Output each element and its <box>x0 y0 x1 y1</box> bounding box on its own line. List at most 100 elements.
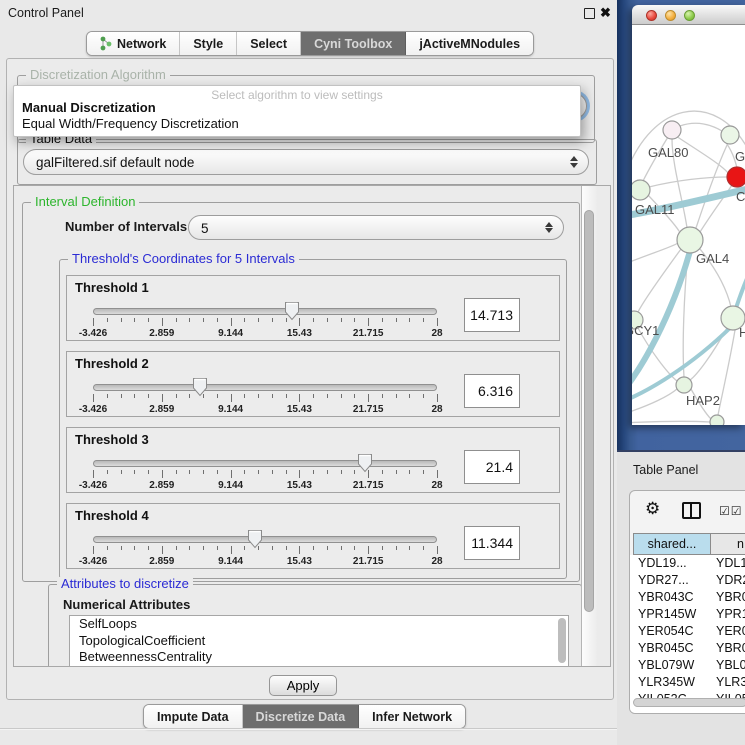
slider-tick <box>258 470 259 474</box>
column-header-name[interactable]: n... <box>711 533 745 555</box>
attribute-list-item[interactable]: TopologicalCoefficient <box>70 633 568 650</box>
slider-tick <box>107 318 108 322</box>
vertical-scrollbar[interactable] <box>581 186 597 666</box>
slider-track[interactable] <box>93 460 437 467</box>
slider-tick <box>176 394 177 398</box>
attribute-list-item[interactable]: BetweennessCentrality <box>70 649 568 666</box>
slider-thumb[interactable] <box>192 377 208 397</box>
close-icon[interactable]: ✖ <box>600 5 611 21</box>
slider-tick <box>354 394 355 398</box>
list-scrollbar-thumb[interactable] <box>558 618 566 663</box>
slider-tick <box>409 318 410 322</box>
tab-select[interactable]: Select <box>237 32 301 55</box>
network-edge[interactable] <box>680 123 722 131</box>
slider-tick <box>299 546 300 554</box>
slider-tick <box>313 318 314 322</box>
cell-shared-name: YPR145W <box>638 606 696 623</box>
table-row[interactable]: YER054CYER054C <box>630 623 745 640</box>
slider-thumb[interactable] <box>357 453 373 473</box>
cell-name: YBR045C <box>716 640 745 657</box>
network-node[interactable] <box>721 126 739 144</box>
table-row[interactable]: YBR045C YBR045C <box>630 640 745 657</box>
zoom-traffic-light-icon[interactable] <box>684 10 695 21</box>
network-node[interactable] <box>677 227 703 253</box>
table-row[interactable]: YLR345WYLR345W <box>630 674 745 691</box>
network-edge[interactable] <box>718 330 735 415</box>
slider-tick <box>107 394 108 398</box>
network-edge[interactable] <box>649 177 727 187</box>
control-panel: Control Panel ✖ NetworkStyleSelectCyni T… <box>0 0 617 745</box>
minimize-traffic-light-icon[interactable] <box>665 10 676 21</box>
table-row[interactable]: YDR27...YDR27... <box>630 572 745 589</box>
slider-track[interactable] <box>93 536 437 543</box>
network-node[interactable] <box>710 415 724 425</box>
network-edge[interactable] <box>632 421 710 423</box>
slider-thumb[interactable] <box>247 529 263 549</box>
slider-thumb[interactable] <box>284 301 300 321</box>
slider-tick <box>354 318 355 322</box>
number-of-intervals-combobox[interactable]: 5 <box>188 215 564 240</box>
combo-stepper-icon[interactable] <box>544 216 553 239</box>
tab-label: Impute Data <box>157 710 229 724</box>
slider-tick <box>203 546 204 550</box>
slider-tick <box>176 546 177 550</box>
float-window-icon[interactable] <box>584 8 595 19</box>
close-traffic-light-icon[interactable] <box>646 10 657 21</box>
network-node[interactable] <box>727 167 745 187</box>
network-node[interactable] <box>663 121 681 139</box>
threshold-value-field[interactable]: 21.4 <box>464 450 520 484</box>
cell-shared-name: YBR045C <box>638 640 694 657</box>
table-row[interactable]: YBL079WYBL079W <box>630 657 745 674</box>
threshold-value-field[interactable]: 6.316 <box>464 374 520 408</box>
tab-impute-data[interactable]: Impute Data <box>144 705 243 728</box>
tab-jactivemnodules[interactable]: jActiveMNodules <box>406 32 533 55</box>
numerical-attributes-list[interactable]: SelfLoopsTopologicalCoefficientBetweenne… <box>69 615 569 667</box>
table-row[interactable]: YPR145WYPR145W <box>630 606 745 623</box>
tab-style[interactable]: Style <box>180 32 237 55</box>
network-node[interactable] <box>632 180 650 200</box>
dropdown-option-equal-width-frequency[interactable]: Equal Width/Frequency Discretization <box>16 116 572 131</box>
column-header-shared-name[interactable]: shared... <box>633 533 711 555</box>
slider-track[interactable] <box>93 384 437 391</box>
tab-network[interactable]: Network <box>87 32 180 55</box>
tab-cyni-toolbox[interactable]: Cyni Toolbox <box>301 32 406 55</box>
combo-stepper-icon[interactable] <box>569 150 578 174</box>
slider-tick <box>409 470 410 474</box>
slider-track[interactable] <box>93 308 437 315</box>
network-edge-highlighted[interactable] <box>736 263 745 308</box>
split-view-icon[interactable] <box>682 502 701 519</box>
threshold-row: Threshold 2-3.4262.8599.14415.4321.71528… <box>66 351 560 417</box>
horizontal-scrollbar-thumb[interactable] <box>633 698 745 707</box>
threshold-value-field[interactable]: 11.344 <box>464 526 520 560</box>
dropdown-option-manual-discretization[interactable]: Manual Discretization <box>16 100 572 115</box>
tab-discretize-data[interactable]: Discretize Data <box>243 705 360 728</box>
network-window-titlebar[interactable] <box>632 5 745 25</box>
network-edge[interactable] <box>696 143 728 228</box>
slider-tick <box>134 546 135 550</box>
slider-tick <box>189 470 190 474</box>
select-columns-icon[interactable]: ☑☑ <box>719 504 743 518</box>
tab-label: Cyni Toolbox <box>314 37 392 51</box>
tab-label: Discretize Data <box>256 710 346 724</box>
cyni-toolbox-content: Discretization Algorithm Select algorith… <box>6 58 614 700</box>
slider-tick <box>162 546 163 554</box>
slider-tick-label: 21.715 <box>343 328 393 339</box>
vertical-scrollbar-thumb[interactable] <box>584 210 594 612</box>
slider-tick-label: 15.43 <box>274 480 324 491</box>
cell-shared-name: YBR043C <box>638 589 694 606</box>
apply-button[interactable]: Apply <box>269 675 337 696</box>
network-node[interactable] <box>676 377 692 393</box>
slider-tick <box>121 546 122 550</box>
threshold-value-field[interactable]: 14.713 <box>464 298 520 332</box>
slider-tick <box>396 546 397 550</box>
tab-infer-network[interactable]: Infer Network <box>359 705 465 728</box>
slider-tick <box>368 318 369 326</box>
table-row[interactable]: YDL19...YDL19... <box>630 555 745 572</box>
gear-icon[interactable]: ⚙ <box>645 499 660 519</box>
attribute-list-item[interactable]: SelfLoops <box>70 616 568 633</box>
network-canvas[interactable]: GAL80GACGAL11GAL4GCY1HHAP2 <box>632 25 745 425</box>
table-row[interactable]: YBR043CYBR043C <box>630 589 745 606</box>
slider-tick <box>203 470 204 474</box>
table-data-combobox[interactable]: galFiltered.sif default node <box>23 149 589 175</box>
slider-tick <box>176 318 177 322</box>
